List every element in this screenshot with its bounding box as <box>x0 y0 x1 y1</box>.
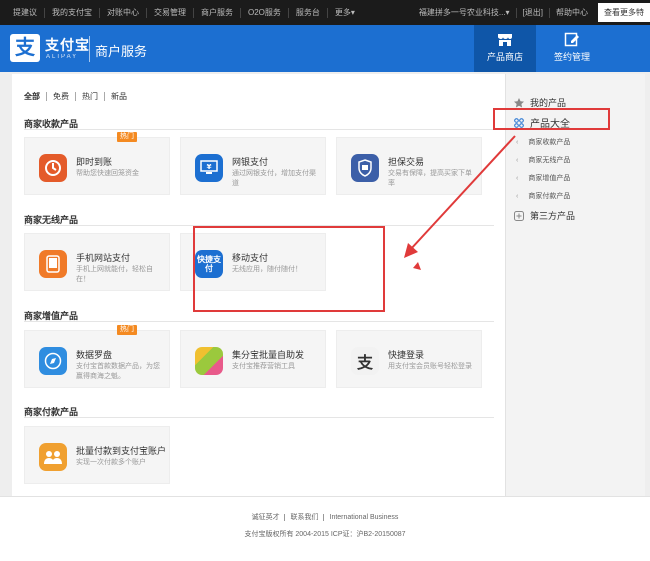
tab-contract-management-label: 签约管理 <box>553 52 590 62</box>
nav-reconciliation[interactable]: 对账中心 <box>100 7 147 18</box>
card-desc: 支付宝推荐营销工具 <box>232 363 295 370</box>
product-card-batch-pay[interactable]: 批量付款到支付宝账户 实现一次付款多个账户 <box>24 426 170 484</box>
sidebar-sub-collection[interactable]: 商家收款产品 <box>516 137 570 147</box>
header: 支 支付宝 ALIPAY 商户服务 产品商店 签约管理 <box>0 25 650 72</box>
shop-icon <box>498 34 512 46</box>
sidebar-sub-value-added[interactable]: 商家增值产品 <box>516 173 570 183</box>
batch-pay-icon <box>39 443 67 471</box>
top-nav-bar: 提建议 我的支付宝 对账中心 交易管理 商户服务 O2O服务 服务台 更多▾ 福… <box>0 0 650 25</box>
instant-pay-icon <box>39 154 67 182</box>
help-center-link[interactable]: 帮助中心 <box>550 8 594 18</box>
nav-my-alipay[interactable]: 我的支付宝 <box>45 7 100 18</box>
section-divider <box>24 321 494 322</box>
card-title: 数据罗盘 <box>76 350 113 360</box>
points-icon <box>195 347 223 375</box>
annotation-box-all-products <box>493 108 610 130</box>
sidebar-item-third-party[interactable]: 第三方产品 <box>514 209 575 222</box>
nav-service-desk[interactable]: 服务台 <box>289 7 328 18</box>
guarantee-icon <box>351 154 379 182</box>
brand-name: 支付宝 <box>45 37 90 53</box>
alipay-logo-icon[interactable]: 支 <box>10 34 40 62</box>
nav-more[interactable]: 更多▾ <box>328 8 362 18</box>
product-card-bank-pay[interactable]: ¥ 网银支付 通过网银支付，增加支付渠道 <box>180 137 326 195</box>
card-desc: 通过网银支付，增加支付渠道 <box>232 170 316 187</box>
card-desc: 交易有保障，提高买家下单率 <box>388 170 472 187</box>
product-card-data-compass[interactable]: 数据罗盘 支付宝首款数据产品，为您赢得商海之魁。 热门 <box>24 325 170 388</box>
filter-new[interactable]: 新品 <box>105 92 133 101</box>
filter-free[interactable]: 免费 <box>47 92 76 101</box>
footer-links: 诚征英才 联系我们 International Business <box>0 512 650 522</box>
card-desc: 帮助您快速回笼资金 <box>76 170 139 177</box>
product-card-quick-login[interactable]: 支 快捷登录 用支付宝会员账号轻松登录 <box>336 330 482 388</box>
tab-product-store[interactable]: 产品商店 <box>474 25 536 72</box>
nav-transactions[interactable]: 交易管理 <box>147 7 194 18</box>
mobile-web-pay-icon <box>39 250 67 278</box>
section-divider <box>24 417 494 418</box>
product-card-guarantee[interactable]: 担保交易 交易有保障，提高买家下单率 <box>336 137 482 195</box>
filter-hot[interactable]: 热门 <box>76 92 105 101</box>
logout-link[interactable]: [退出] <box>517 7 550 18</box>
account-name[interactable]: 福建拼多一号农业科技...▾ <box>413 7 517 18</box>
compass-icon <box>39 347 67 375</box>
hot-badge: 热门 <box>117 132 137 142</box>
card-title: 批量付款到支付宝账户 <box>76 446 167 456</box>
header-divider <box>89 36 90 62</box>
sidebar-item-label: 第三方产品 <box>530 211 576 221</box>
card-title: 快捷登录 <box>388 350 425 360</box>
card-title: 手机网站支付 <box>76 253 131 263</box>
alipay-login-icon: 支 <box>351 347 379 375</box>
footer-link-international[interactable]: International Business <box>326 514 403 521</box>
product-sidebar: 我的产品 产品大全 商家收款产品 商家无线产品 商家增值产品 商家付款产品 第三… <box>505 74 645 496</box>
top-nav-account: 福建拼多一号农业科技...▾ [退出] 帮助中心 查看更多特 <box>413 0 650 25</box>
product-card-points[interactable]: 集分宝批量自助发 支付宝推荐营销工具 <box>180 330 326 388</box>
footer-link-contact[interactable]: 联系我们 <box>286 514 324 521</box>
card-title: 网银支付 <box>232 157 269 167</box>
product-filter: 全部 免费 热门 新品 <box>24 92 133 101</box>
tab-product-store-label: 产品商店 <box>486 52 523 62</box>
see-more-button[interactable]: 查看更多特 <box>598 3 650 22</box>
footer: 诚征英才 联系我们 International Business 支付宝版权所有… <box>0 496 650 561</box>
star-icon <box>514 97 524 107</box>
bank-pay-icon: ¥ <box>195 154 223 182</box>
nav-merchant-service[interactable]: 商户服务 <box>194 7 241 18</box>
sidebar-sub-payment[interactable]: 商家付款产品 <box>516 191 570 201</box>
product-card-mobile-web-pay[interactable]: 手机网站支付 手机上网就能付，轻松自在！ <box>24 233 170 291</box>
tab-contract-management[interactable]: 签约管理 <box>540 25 604 72</box>
sidebar-sub-wireless[interactable]: 商家无线产品 <box>516 155 570 165</box>
nav-suggest[interactable]: 提建议 <box>6 7 45 18</box>
annotation-box-mobile-pay <box>193 226 385 312</box>
card-desc: 用支付宝会员账号轻松登录 <box>388 363 472 370</box>
section-divider <box>24 129 494 130</box>
card-title: 担保交易 <box>388 157 425 167</box>
edit-icon <box>564 32 579 47</box>
plus-box-icon <box>514 210 524 221</box>
filter-all[interactable]: 全部 <box>24 92 47 101</box>
brand-sub: ALIPAY <box>46 54 79 60</box>
card-title: 集分宝批量自助发 <box>232 350 305 360</box>
card-title: 即时到账 <box>76 157 113 167</box>
footer-copyright: 支付宝版权所有 2004-2015 ICP证：沪B2-20150087 <box>244 531 406 538</box>
nav-o2o[interactable]: O2O服务 <box>241 7 289 18</box>
card-desc: 支付宝首款数据产品，为您赢得商海之魁。 <box>76 363 160 380</box>
top-nav-links: 提建议 我的支付宝 对账中心 交易管理 商户服务 O2O服务 服务台 更多▾ <box>0 7 362 18</box>
card-desc: 实现一次付款多个账户 <box>76 459 146 466</box>
svg-text:¥: ¥ <box>207 163 212 171</box>
card-desc: 手机上网就能付，轻松自在！ <box>76 266 153 283</box>
page-title: 商户服务 <box>95 44 148 59</box>
hot-badge: 热门 <box>117 325 137 335</box>
footer-link-careers[interactable]: 诚征英才 <box>247 514 285 521</box>
product-card-instant-pay[interactable]: 即时到账 帮助您快速回笼资金 热门 <box>24 132 170 195</box>
